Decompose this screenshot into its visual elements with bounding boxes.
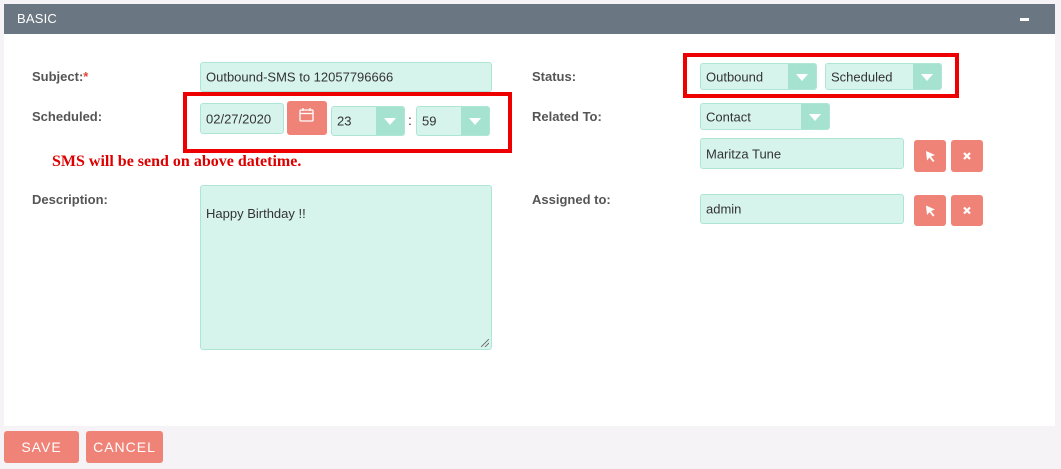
description-textarea[interactable]: Happy Birthday !! — [200, 185, 492, 350]
chevron-down-icon — [809, 113, 821, 121]
assigned-to-label: Assigned to: — [532, 192, 611, 207]
related-to-label: Related To: — [532, 109, 602, 124]
assigned-select-button[interactable] — [914, 195, 946, 226]
related-name-value: Maritza Tune — [706, 146, 782, 161]
minus-icon[interactable] — [1020, 18, 1029, 21]
required-mark: * — [83, 69, 89, 84]
scheduled-label: Scheduled: — [32, 109, 103, 124]
assigned-clear-button[interactable] — [951, 195, 983, 226]
status-highlight-box — [683, 53, 959, 98]
panel-header[interactable]: BASIC — [4, 4, 1055, 34]
schedule-note: SMS will be send on above datetime. — [52, 153, 302, 170]
assigned-to-value: admin — [706, 201, 742, 217]
pointer-arrow-icon — [926, 151, 935, 162]
resize-handle[interactable] — [481, 339, 489, 347]
close-icon — [963, 206, 971, 215]
panel-title: BASIC — [17, 11, 58, 26]
subject-input[interactable]: Outbound-SMS to 12057796666 — [200, 62, 492, 92]
related-type-select[interactable]: Contact — [700, 103, 830, 130]
description-label: Description: — [32, 192, 108, 207]
close-icon — [963, 152, 971, 160]
related-name-input[interactable]: Maritza Tune — [700, 138, 904, 169]
related-type-toggle[interactable] — [801, 104, 829, 129]
cancel-button[interactable]: CANCEL — [86, 431, 163, 463]
schedule-highlight-box — [183, 92, 512, 153]
status-label: Status: — [532, 69, 577, 84]
related-clear-button[interactable] — [951, 140, 983, 172]
save-button[interactable]: SAVE — [4, 431, 79, 463]
pointer-arrow-icon — [926, 205, 935, 217]
assigned-to-input[interactable]: admin — [700, 194, 904, 224]
description-value: Happy Birthday !! — [206, 206, 306, 221]
related-select-button[interactable] — [914, 140, 946, 172]
subject-label-text: Subject: — [32, 69, 84, 84]
subject-value: Outbound-SMS to 12057796666 — [206, 69, 394, 85]
related-type-value: Contact — [706, 109, 751, 124]
subject-label: Subject:* — [32, 69, 88, 84]
